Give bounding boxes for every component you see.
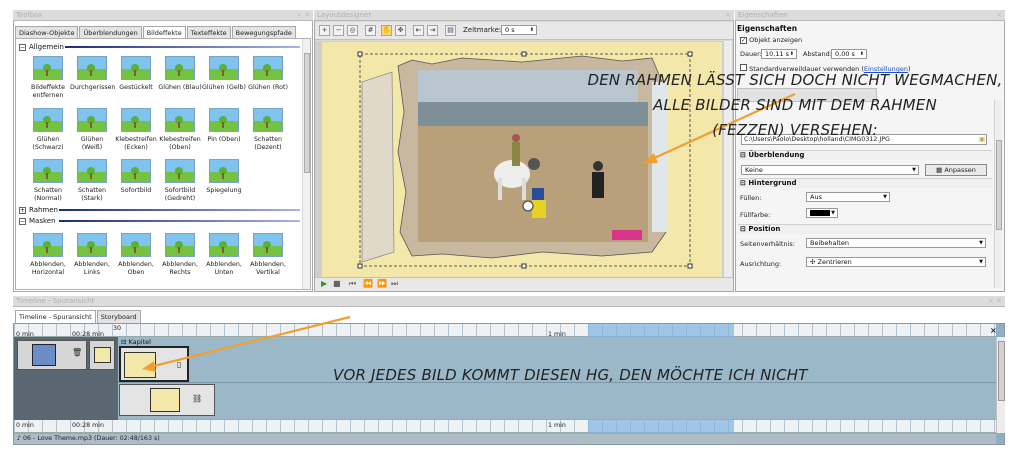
arrow-to-background — [149, 315, 351, 369]
background-note: VOR JEDES BILD KOMMT DIESEN HG, DEN MÖCH… — [333, 366, 808, 384]
arrow-head-icon — [642, 153, 658, 164]
arrow-head-icon — [142, 361, 156, 372]
frame-note: DEN RAHMEN LÄSST SICH DOCH NICHT WEGMACH… — [587, 71, 1003, 139]
